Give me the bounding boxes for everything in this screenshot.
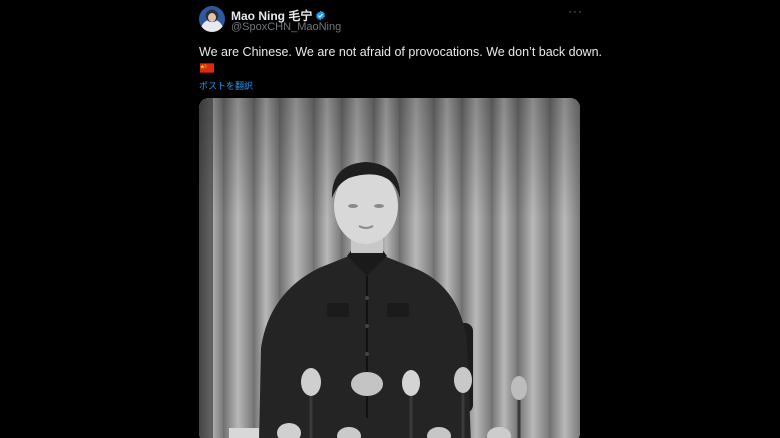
author-avatar[interactable] xyxy=(199,6,225,32)
tweet-media-video[interactable] xyxy=(199,98,580,438)
translate-post-link[interactable]: ポストを翻訳 xyxy=(199,79,253,92)
more-options-icon[interactable]: ··· xyxy=(568,4,583,18)
black-and-white-photo xyxy=(199,98,580,438)
author-handle[interactable]: @SpoxCHN_MaoNing xyxy=(231,21,341,33)
flag-cn-icon xyxy=(200,63,214,73)
avatar-face xyxy=(208,13,216,22)
tweet: Mao Ning 毛宁 @SpoxCHN_MaoNing ··· We are … xyxy=(199,0,602,438)
verified-badge-icon xyxy=(316,10,326,21)
tweet-page: Mao Ning 毛宁 @SpoxCHN_MaoNing ··· We are … xyxy=(0,0,780,438)
tweet-text: We are Chinese. We are not afraid of pro… xyxy=(199,45,602,59)
